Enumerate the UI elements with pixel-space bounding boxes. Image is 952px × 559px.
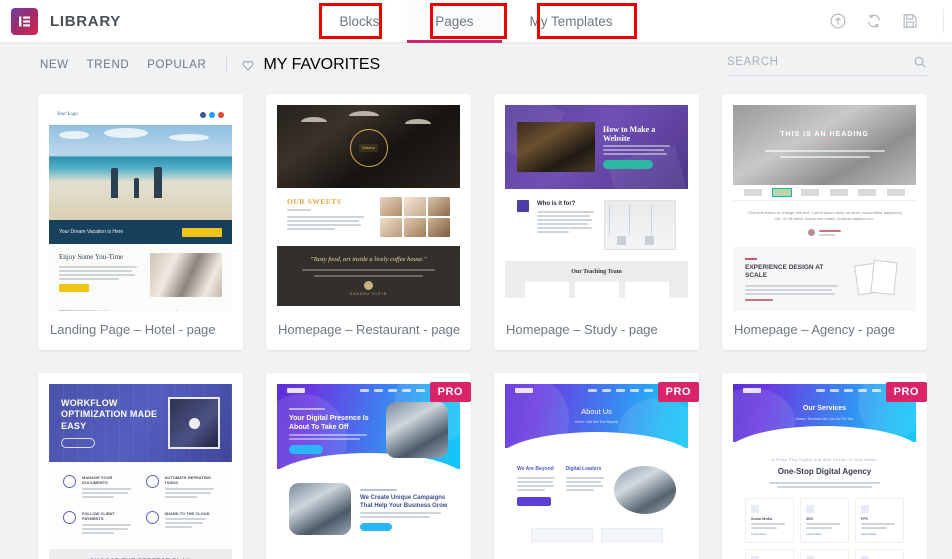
template-card[interactable]: Bakery OUR SWEETS "Tasty food, art insid… [266,94,471,350]
preview-hero-sub: Home / Services We Can Do For You [795,416,854,421]
preview-service-link: Learn More [806,532,822,537]
preview-section-title: One-Stop Digital Agency [777,466,872,476]
filter-bar: NEW TREND POPULAR MY FAVORITES [0,43,952,87]
template-title: Homepage – Study - page [506,322,658,337]
preview-service: PPC [861,516,869,521]
preview-image [517,122,595,172]
preview-icon [517,200,529,212]
preview-hero-button [182,227,222,237]
preview-feature: FOLLOW CLIENT PAYMENTS [82,510,115,522]
preview-kicker: A Press Play Digital And Web Design In Y… [772,458,877,462]
template-thumbnail: How to Make a Website Who is it for? Our… [505,105,688,311]
preview-author: SANDRA KLEIN [349,291,388,296]
tab-blocks[interactable]: Blocks [311,0,407,43]
tab-my-templates[interactable]: My Templates [502,0,641,43]
preview-hero-headline: Our Services [802,405,847,413]
search-box[interactable] [727,55,927,76]
preview-feature: MANAGE YOUR DOCUMENTS [82,475,113,486]
pro-badge: PRO [429,382,471,402]
preview-column-title: We Are Beyond [517,466,554,472]
template-card[interactable]: PRO Your Digital Presence Is About To Ta… [266,373,471,559]
template-card[interactable]: PRO Our Services Home / Services We Can … [722,373,927,559]
preview-image [168,397,220,449]
preview-hero-headline: WORKFLOW OPTIMIZATION MADE EASY [61,398,158,431]
preview-illustration [852,258,904,298]
template-card[interactable]: Your Logo Your Dream Vacation is Here En… [38,94,243,350]
preview-section-title: OUR SWEETS [287,197,342,206]
preview-service: SEO [806,516,814,521]
tab-pages[interactable]: Pages [407,0,502,43]
preview-image [614,466,676,514]
template-card[interactable]: THIS IS AN HEADING Click edit button to … [722,94,927,350]
preview-logo-strip [733,185,916,201]
heart-icon [241,58,255,72]
preview-section-button [360,523,392,532]
template-thumbnail: THIS IS AN HEADING Click edit button to … [733,105,916,311]
template-thumbnail: Your Logo Your Dream Vacation is Here En… [49,105,232,311]
preview-quote: "Tasty food, art inside a lively coffee … [310,256,427,263]
preview-service-link: Learn More [861,532,877,537]
template-thumbnail: Your Digital Presence Is About To Take O… [277,384,460,559]
filter-trend[interactable]: TREND [87,59,148,71]
preview-image [604,200,676,250]
pro-badge: PRO [657,382,699,402]
template-thumbnail: Bakery OUR SWEETS "Tasty food, art insid… [277,105,460,311]
preview-image [386,402,448,458]
preview-bottom-title: The Perfect Surrounding [153,310,222,311]
preview-team-title: Our Teaching Team [571,269,622,275]
filter-list: NEW TREND POPULAR MY FAVORITES [40,56,380,74]
filter-new[interactable]: NEW [40,59,87,71]
preview-quote: Click edit button to change this text. L… [747,210,902,222]
preview-feature: SHARE TO THE CLOUD [164,510,210,516]
app-header: LIBRARY Blocks Pages My Templates [0,0,952,43]
preview-section-title: Enjoy Some You-Time [59,253,124,261]
preview-feature: AUTOMATE REPEATING TASKS [164,475,211,486]
preview-gallery [380,197,450,237]
preview-section-title: EXPERIENCE DESIGN AT SCALE [745,263,824,280]
preview-image [150,253,222,297]
pro-badge: PRO [885,382,927,402]
template-grid: Your Logo Your Dream Vacation is Here En… [0,87,952,559]
preview-hero-headline: THIS IS AN HEADING [780,130,869,138]
preview-section-title: Who is it for? [537,201,576,207]
preview-service: Social Media [751,516,773,521]
template-title: Landing Page – Hotel - page [50,322,216,337]
preview-section-title: We Create Unique Campaigns That Help You… [360,494,448,509]
template-card[interactable]: WORKFLOW OPTIMIZATION MADE EASY MANAGE Y… [38,373,243,559]
preview-column-title: Digital Leaders [565,466,602,472]
preview-logo: Your Logo [57,111,78,117]
preview-emblem: Bakery [359,144,378,152]
preview-button [517,496,551,506]
filter-popular[interactable]: POPULAR [147,59,224,71]
preview-hero-sub: Home / We Are The Beyond [574,420,619,425]
template-card[interactable]: PRO About Us Home / We Are The Beyond We… [494,373,699,559]
preview-hero-button [61,437,95,448]
avatar [364,280,373,290]
preview-service-link: Learn More [751,532,767,537]
template-thumbnail: WORKFLOW OPTIMIZATION MADE EASY MANAGE Y… [49,384,232,559]
filter-my-favorites[interactable]: MY FAVORITES [241,56,380,74]
search-icon[interactable] [913,55,927,69]
preview-image [289,483,351,535]
preview-hero-button [289,445,323,455]
library-tabs: Blocks Pages My Templates [0,0,952,43]
template-title: Homepage – Agency - page [734,322,896,337]
search-input[interactable] [727,55,913,68]
my-favorites-label: MY FAVORITES [263,56,381,73]
preview-hero-headline: Your Dream Vacation is Here [59,228,124,235]
filter-divider [226,57,228,73]
template-title: Homepage – Restaurant - page [278,322,461,337]
template-card[interactable]: How to Make a Website Who is it for? Our… [494,94,699,350]
preview-section-button [59,284,89,293]
template-thumbnail: About Us Home / We Are The Beyond We Are… [505,384,688,559]
preview-hero-button [603,160,653,170]
preview-hero-headline: Your Digital Presence Is About To Take O… [289,414,369,431]
preview-image [59,310,109,311]
preview-hero-headline: How to Make a Website [603,124,656,143]
preview-hero-headline: About Us [581,407,612,417]
template-thumbnail: Our Services Home / Services We Can Do F… [733,384,916,559]
